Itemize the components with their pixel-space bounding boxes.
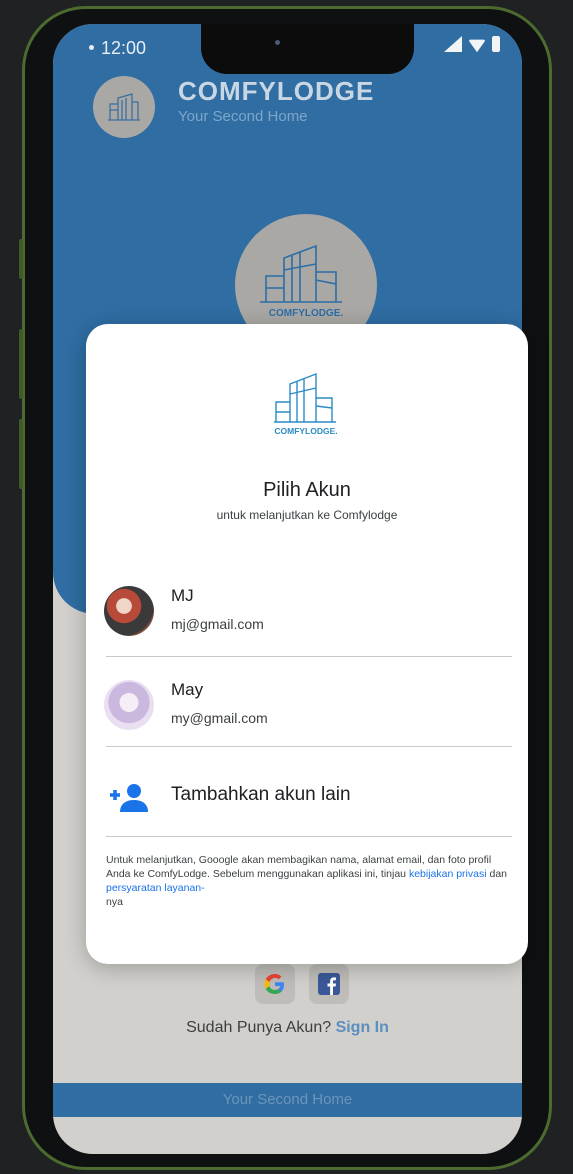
divider — [106, 656, 512, 657]
building-logo-icon: COMFYLODGE. — [274, 372, 338, 436]
account-chooser-dialog: COMFYLODGE. Pilih Akun untuk melanjutkan… — [86, 324, 528, 964]
account-name: MJ — [171, 586, 194, 605]
dialog-logo: COMFYLODGE. — [272, 372, 342, 449]
account-item[interactable]: May my@gmail.com — [104, 674, 512, 756]
account-name: May — [171, 680, 204, 699]
divider — [106, 836, 512, 837]
account-email: mj@gmail.com — [171, 616, 264, 632]
dialog-title: Pilih Akun — [263, 479, 351, 501]
disclaimer-suffix: nya — [106, 896, 123, 908]
logo-wordmark: COMFYLODGE. — [274, 426, 337, 436]
add-account-label: Tambahkan akun lain — [171, 784, 351, 805]
terms-of-service-link[interactable]: persyaratan layanan- — [106, 882, 205, 894]
account-item[interactable]: MJ mj@gmail.com — [104, 580, 512, 662]
add-person-icon — [110, 784, 148, 812]
consent-disclaimer: Untuk melanjutkan, Gooogle akan membagik… — [106, 853, 518, 909]
disclaimer-and: dan — [486, 868, 507, 880]
privacy-policy-link[interactable]: kebijakan privasi — [409, 868, 487, 880]
divider — [106, 746, 512, 747]
avatar — [104, 680, 154, 730]
account-email: my@gmail.com — [171, 710, 268, 726]
dialog-subtitle: untuk melanjutkan ke Comfylodge — [216, 508, 398, 522]
add-account-button[interactable]: Tambahkan akun lain — [106, 774, 512, 824]
avatar — [104, 586, 154, 636]
